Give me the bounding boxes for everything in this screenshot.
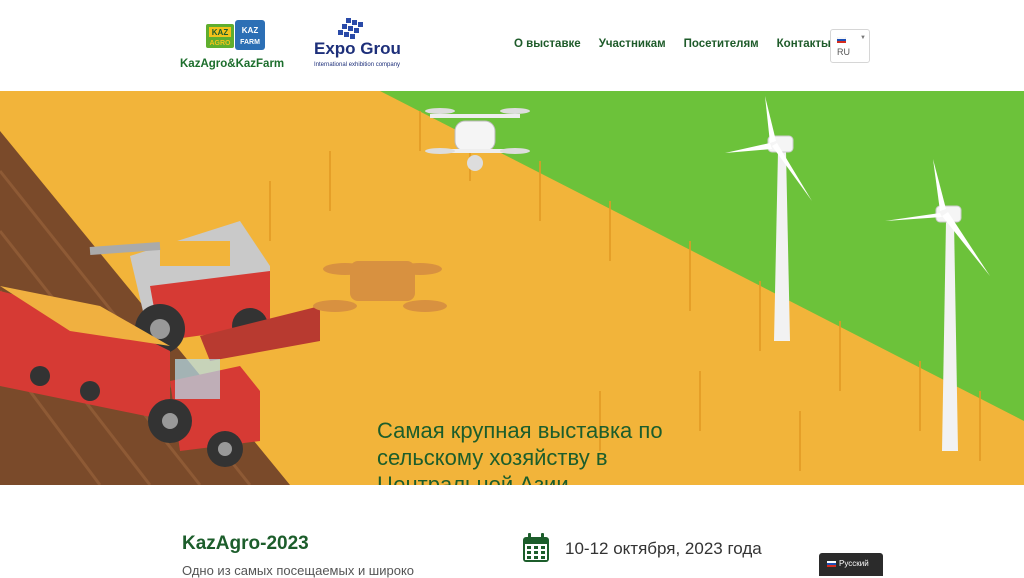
russia-flag-icon xyxy=(837,37,846,43)
svg-text:KAZ: KAZ xyxy=(242,26,259,35)
svg-text:AGRO: AGRO xyxy=(210,40,232,47)
nav-about[interactable]: О выставке xyxy=(514,38,581,50)
hero-title: Самая крупная выставка по сельскому хозя… xyxy=(377,417,737,485)
language-code: RU xyxy=(837,47,850,57)
hero-title-line: Самая крупная выставка по xyxy=(377,418,663,443)
kazagro-kazfarm-logo[interactable]: KAZ AGRO KAZ FARM KazAgro&KazFarm xyxy=(180,20,292,70)
language-switcher-label: Русский xyxy=(839,559,869,568)
svg-text:KazAgro&KazFarm: KazAgro&KazFarm xyxy=(180,58,284,70)
hero-banner: Самая крупная выставка по сельскому хозя… xyxy=(0,91,1024,485)
russia-flag-icon xyxy=(827,561,836,567)
svg-text:FARM: FARM xyxy=(240,39,260,46)
nav-contacts[interactable]: Контакты xyxy=(777,38,831,50)
exhibition-title: KazAgro-2023 xyxy=(182,533,309,554)
nav-visitors[interactable]: Посетителям xyxy=(684,38,759,50)
chevron-down-icon: ▼ xyxy=(860,35,866,41)
expo-group-logo[interactable]: Expo Group International exhibition comp… xyxy=(312,18,402,70)
svg-text:Expo Group: Expo Group xyxy=(314,39,402,58)
hero-title-line: Центральной Азии xyxy=(377,472,569,485)
language-switcher-widget[interactable]: Русский xyxy=(819,553,883,576)
main-nav: О выставке Участникам Посетителям Контак… xyxy=(514,38,849,50)
language-select[interactable]: RU ▼ xyxy=(830,29,870,63)
site-header: KAZ AGRO KAZ FARM KazAgro&KazFarm Expo G… xyxy=(0,0,1024,91)
nav-participants[interactable]: Участникам xyxy=(599,38,666,50)
calendar-icon xyxy=(523,533,549,562)
svg-text:KAZ: KAZ xyxy=(212,28,229,37)
hero-title-line: сельскому хозяйству в xyxy=(377,445,608,470)
svg-text:International exhibition compa: International exhibition company xyxy=(314,62,400,68)
exhibition-date: 10-12 октября, 2023 года xyxy=(565,539,762,558)
